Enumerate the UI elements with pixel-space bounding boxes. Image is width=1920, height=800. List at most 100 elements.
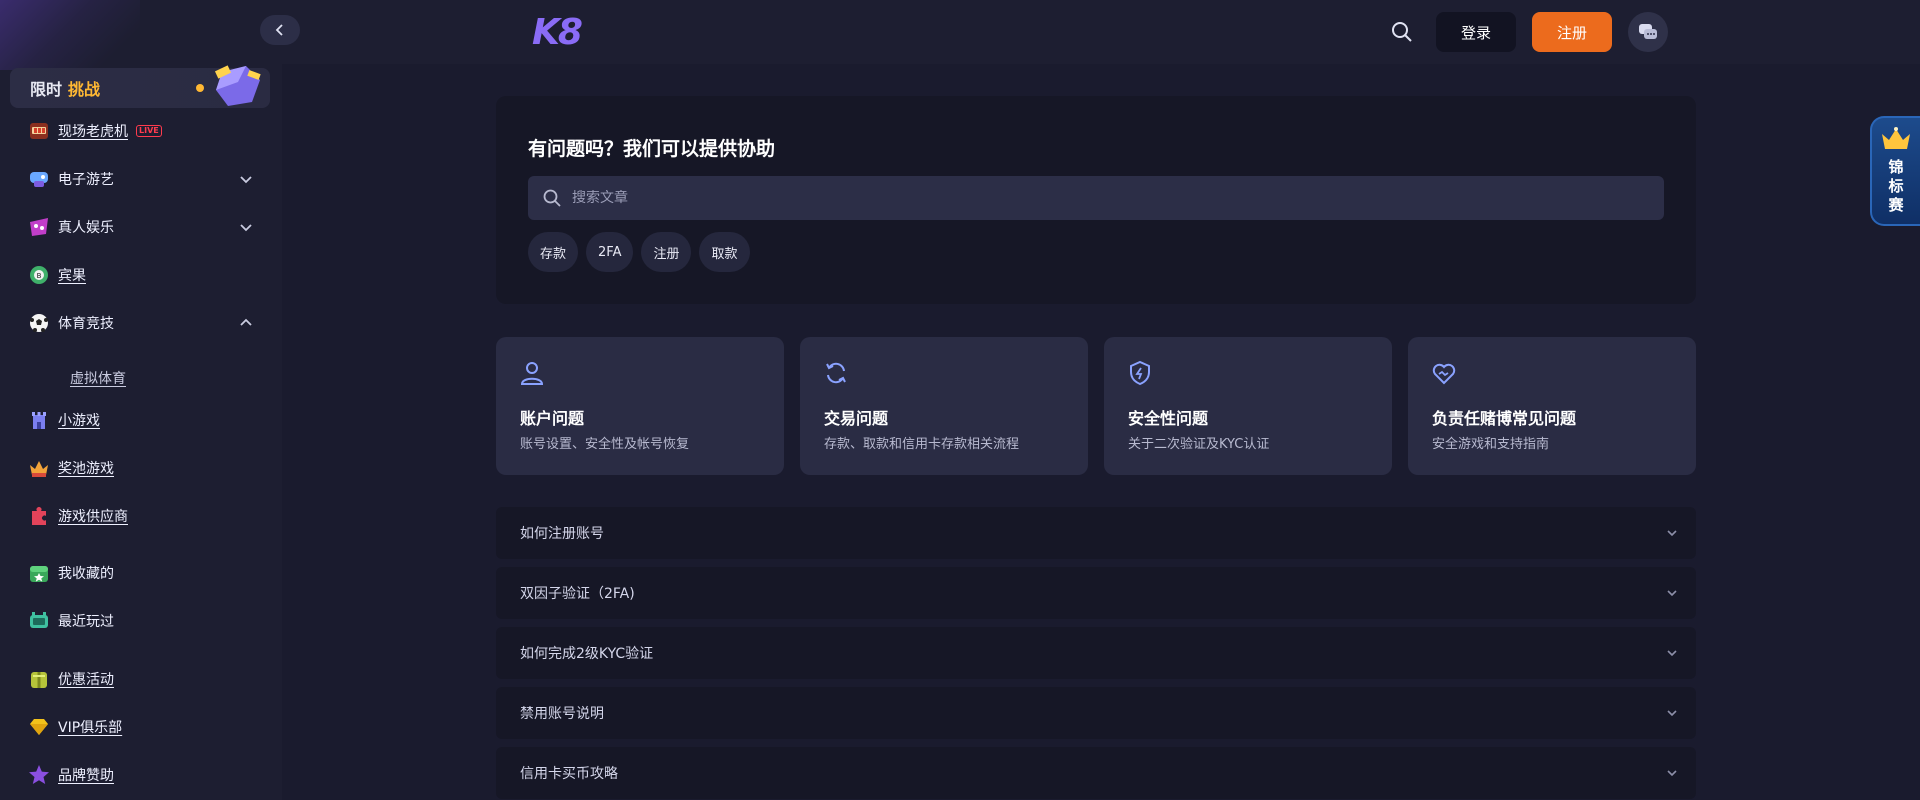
category-title: 安全性问题 [1128,409,1209,428]
chevron-down-icon [1667,590,1677,597]
register-button[interactable]: 注册 [1532,12,1612,52]
sidebar-item-jackpot[interactable]: 奖池游戏 [28,452,254,484]
sidebar-item-label: 体育竞技 [58,316,114,332]
tournament-tab[interactable]: 锦标赛 [1870,116,1920,226]
tournament-label: 锦标赛 [1888,158,1904,214]
tag-withdraw[interactable]: 取款 [699,232,750,272]
sidebar-item-providers[interactable]: 游戏供应商 [28,500,254,532]
sidebar-item-favorites[interactable]: 我收藏的 [28,557,254,589]
challenge-prefix: 限时 [30,80,63,99]
castle-icon [28,409,50,431]
sidebar-item-label: 游戏供应商 [58,509,128,525]
faq-item[interactable]: 信用卡买币攻略 [496,747,1696,799]
slot-machine-icon [28,120,50,142]
soccer-ball-icon [28,312,50,334]
challenge-highlight: 挑战 [68,80,101,99]
limited-challenge-banner[interactable]: 限时 挑战 [10,65,270,108]
article-search-box[interactable] [528,176,1664,220]
faq-question: 禁用账号说明 [520,706,604,722]
gamepad-icon [28,168,50,190]
category-card-responsible-gambling[interactable]: 负责任赌博常见问题 安全游戏和支持指南 [1408,337,1696,475]
sidebar-item-label: 小游戏 [58,413,100,429]
category-card-transactions[interactable]: 交易问题 存款、取款和信用卡存款相关流程 [800,337,1088,475]
faq-question: 如何注册账号 [520,526,604,542]
refresh-icon [826,362,846,384]
live-badge: LIVE [136,125,162,137]
sidebar-item-label: 品牌赞助 [58,768,114,784]
sidebar-item-slots[interactable]: 电子游艺 [28,163,254,195]
sidebar-item-label: 电子游艺 [58,172,114,188]
sidebar-item-label: 优惠活动 [58,672,114,688]
category-desc: 存款、取款和信用卡存款相关流程 [824,437,1020,452]
sidebar-item-sports[interactable]: 体育竞技 [28,307,254,339]
tag-2fa[interactable]: 2FA [586,232,634,272]
category-desc: 关于二次验证及KYC认证 [1128,437,1270,452]
chevron-down-icon [1667,710,1677,717]
help-title: 有问题吗？我们可以提供协助 [528,138,776,160]
sidebar-item-label: 宾果 [58,268,86,284]
sidebar-glow [0,0,140,70]
faq-question: 如何完成2级KYC验证 [520,646,654,662]
top-header [282,0,1920,64]
sidebar-item-label: 我收藏的 [58,566,114,582]
help-search-card: 有问题吗？我们可以提供协助 存款 2FA 注册 取款 [496,96,1696,304]
faq-question: 双因子验证（2FA) [520,586,635,602]
chevron-left-icon [275,24,283,36]
shield-icon [1130,360,1150,386]
faq-question: 信用卡买币攻略 [520,766,618,782]
category-card-account[interactable]: 账户问题 账号设置、安全性及帐号恢复 [496,337,784,475]
sidebar-item-label: 奖池游戏 [58,461,114,477]
recent-games-icon [28,610,50,632]
chevron-down-icon [1667,530,1677,537]
favorites-box-icon [28,562,50,584]
diamond-icon [28,716,50,738]
user-icon [520,362,544,385]
chevron-down-icon[interactable] [238,219,254,235]
k8-logo[interactable]: K8 [532,12,583,53]
sidebar-item-vip-club[interactable]: VIP俱乐部 [28,711,254,743]
chevron-down-icon [1667,770,1677,777]
faq-item[interactable]: 如何注册账号 [496,507,1696,559]
sidebar-item-live-casino[interactable]: 真人娱乐 [28,211,254,243]
sidebar-item-recent[interactable]: 最近玩过 [28,605,254,637]
chat-button[interactable] [1628,12,1668,52]
faq-item[interactable]: 禁用账号说明 [496,687,1696,739]
quick-tags: 存款 2FA 注册 取款 [528,232,750,272]
search-icon [1392,22,1412,42]
bingo-ball-icon: B [28,264,50,286]
challenge-art-icon [196,65,261,106]
login-button[interactable]: 登录 [1436,12,1516,52]
sidebar-item-label: VIP俱乐部 [58,720,123,736]
faq-item[interactable]: 双因子验证（2FA) [496,567,1696,619]
chevron-up-icon[interactable] [238,315,254,331]
category-title: 账户问题 [520,409,585,428]
sidebar-item-label: 现场老虎机 [58,124,128,140]
category-title: 交易问题 [824,409,889,428]
category-desc: 账号设置、安全性及帐号恢复 [520,437,690,452]
sidebar-item-bingo[interactable]: B 宾果 [28,259,254,291]
category-title: 负责任赌博常见问题 [1432,409,1577,428]
sidebar-item-label: 真人娱乐 [58,220,114,236]
collapse-sidebar-button[interactable] [260,15,300,45]
faq-item[interactable]: 如何完成2级KYC验证 [496,627,1696,679]
sidebar-subitem-virtual-sports[interactable]: 虚拟体育 [70,368,126,388]
header-search-button[interactable] [1388,18,1416,46]
crown-icon [1882,127,1910,149]
category-card-security[interactable]: 安全性问题 关于二次验证及KYC认证 [1104,337,1392,475]
star-icon [28,764,50,786]
sidebar-item-sponsorship[interactable]: 品牌赞助 [28,759,254,791]
heart-handshake-icon [1432,363,1456,385]
tag-register[interactable]: 注册 [641,232,692,272]
sidebar-item-live-slots[interactable]: 现场老虎机 LIVE [28,115,254,147]
puzzle-icon [28,505,50,527]
search-icon [543,189,561,207]
chat-icon [1639,24,1657,39]
gift-icon [28,668,50,690]
sidebar-item-label: 最近玩过 [58,614,114,630]
article-search-input[interactable] [572,190,1572,206]
chevron-down-icon [1667,650,1677,657]
tag-deposit[interactable]: 存款 [528,232,579,272]
sidebar-item-promotions[interactable]: 优惠活动 [28,663,254,695]
chevron-down-icon[interactable] [238,171,254,187]
sidebar-item-mini-games[interactable]: 小游戏 [28,404,254,436]
